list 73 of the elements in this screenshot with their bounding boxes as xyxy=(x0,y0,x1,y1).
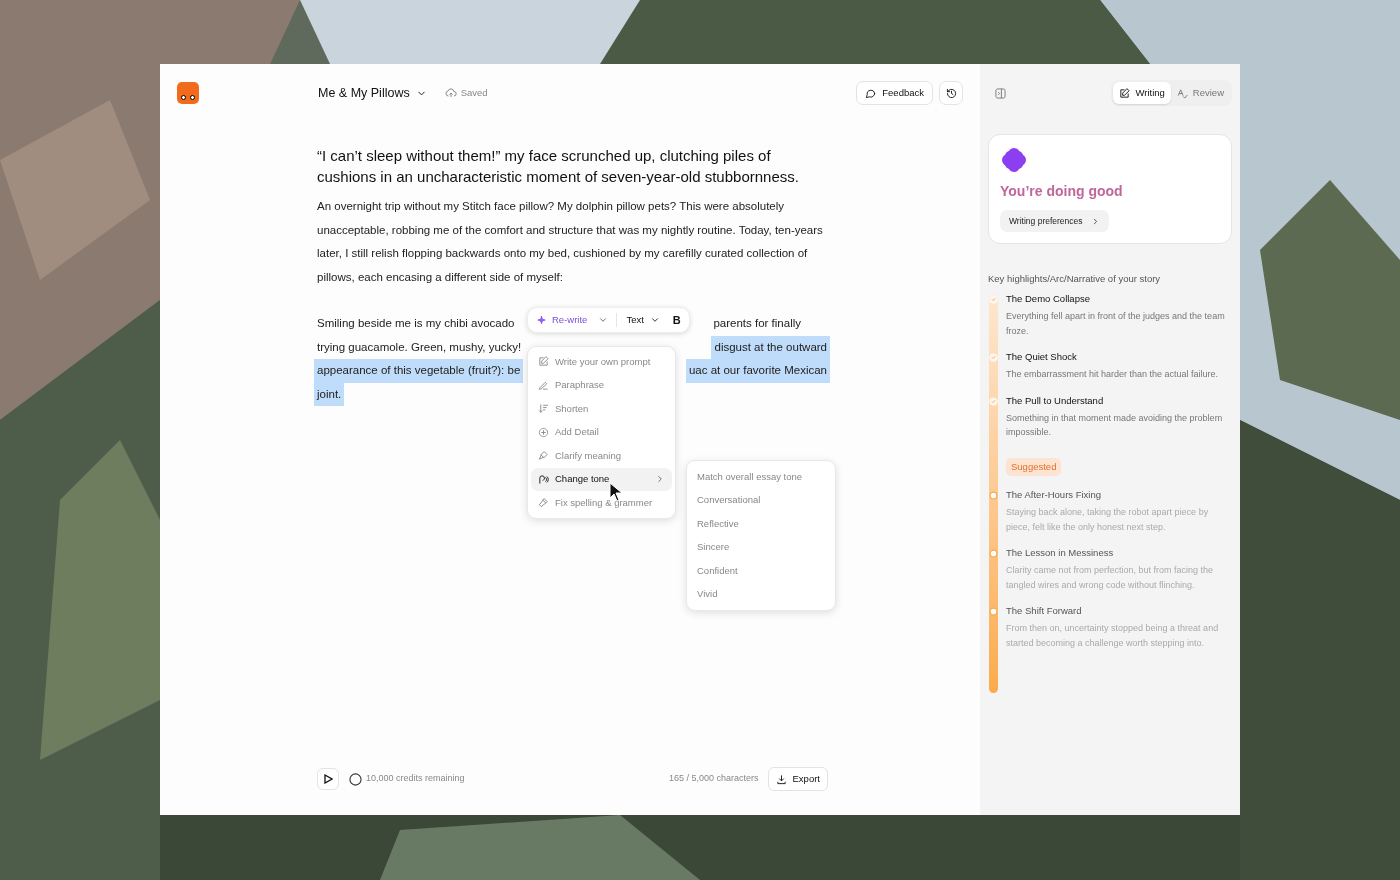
text-style-dropdown[interactable]: Text xyxy=(617,312,669,328)
menu-item[interactable]: Write your own prompt xyxy=(531,350,672,374)
menu-item[interactable]: Change tone xyxy=(531,467,672,491)
menu-item[interactable]: Shorten xyxy=(531,397,672,421)
milestone-description: Clarity came not from perfection, but from facing the tangled wires and wrong code without flinching. xyxy=(1006,564,1215,592)
rewrite-button[interactable]: Re-write xyxy=(536,312,618,328)
cloud-upload-icon xyxy=(444,87,457,99)
milestone-description: Everything fell apart in front of the judges and the team froze. xyxy=(1006,310,1226,338)
menu-item[interactable]: Sincere xyxy=(687,535,835,559)
status-title: You’re doing good xyxy=(1000,182,1123,201)
menu-item[interactable]: Paraphrase xyxy=(531,373,672,397)
flower-icon xyxy=(1000,146,1028,174)
menu-item[interactable]: Conversational xyxy=(687,488,835,512)
sparkle-icon xyxy=(536,314,547,326)
bold-button[interactable]: B xyxy=(668,311,681,329)
pencil-icon xyxy=(538,379,549,391)
milestone-title: The Shift Forward xyxy=(1006,604,1082,618)
milestone-title: The Quiet Shock xyxy=(1006,350,1077,365)
edit-icon xyxy=(538,356,549,368)
selected-text: appearance of this vegetable (fruit?): be xyxy=(314,359,524,383)
play-icon xyxy=(323,774,333,784)
credits-remaining: 10,000 credits remaining xyxy=(366,772,465,786)
milestone-description: From then on, uncertainty stopped being a threat and started becoming a challenge worth stepping into. xyxy=(1006,622,1220,650)
document-title-dropdown[interactable]: Me & My Pillows xyxy=(318,83,427,103)
play-button[interactable] xyxy=(317,768,339,790)
mouse-pointer-icon xyxy=(609,482,623,502)
save-status: Saved xyxy=(460,85,488,100)
essay-text: parents for finally xyxy=(713,316,801,331)
essay-text: Smiling beside me is my chibi avocado xyxy=(317,316,515,331)
menu-item[interactable]: Confident xyxy=(687,559,835,583)
history-button[interactable] xyxy=(939,81,963,105)
feedback-button[interactable]: Feedback xyxy=(856,81,933,105)
sidebar-toggle-icon xyxy=(995,87,1006,99)
hammer-icon xyxy=(538,497,549,509)
chevron-down-icon xyxy=(649,315,660,325)
writing-preferences-button[interactable]: Writing preferences xyxy=(1000,210,1109,232)
suggested-badge: Suggested xyxy=(1006,457,1062,476)
essay-paragraph: An overnight trip without my Stitch face pillow? My dolphin pillow pets? This were absolutely unacceptable, robbing me of the comfort and structure that was my nightly routine. Today, ten-years later, I still relish flopping backwards onto my bed, cushioned by my carefilly curated collection of pillows, each encasing a different side of myself: xyxy=(317,199,824,285)
download-icon xyxy=(775,773,787,785)
selected-text: uac at our favorite Mexican xyxy=(685,359,830,383)
add-circle-icon xyxy=(538,426,549,438)
menu-item[interactable]: Reflective xyxy=(687,512,835,536)
menu-item[interactable]: Add Detail xyxy=(531,420,672,444)
credits-ring-icon xyxy=(349,772,362,786)
milestone-description: Staying back alone, taking the robot apart piece by piece, felt like the only honest next step. xyxy=(1006,506,1210,534)
export-button[interactable]: Export xyxy=(767,767,828,791)
chat-bubble-icon xyxy=(865,87,877,99)
character-count: 165 / 5,000 characters xyxy=(668,772,759,786)
milestone-description: Something in that moment made avoiding the problem impossible. xyxy=(1006,411,1224,440)
essay-heading: “I can’t sleep without them!” my face scrunched up, clutching piles of cushions in an uncharacteristic moment of seven-year-old stubbornness. xyxy=(317,146,800,187)
selected-text: disgust at the outward xyxy=(711,335,830,359)
chevron-down-icon xyxy=(598,315,609,325)
menu-item[interactable]: Match overall essay tone xyxy=(687,465,835,489)
essay-text: trying guacamole. Green, mushy, yucky! xyxy=(317,339,522,355)
brush-icon xyxy=(538,450,549,462)
history-icon xyxy=(945,87,957,99)
sort-lines-icon xyxy=(538,403,549,415)
milestone-title: The After-Hours Fixing xyxy=(1006,488,1102,502)
milestone-title: The Lesson in Messiness xyxy=(1006,546,1114,560)
menu-item[interactable]: Vivid xyxy=(687,582,835,606)
panel-tab[interactable]: Review xyxy=(1170,82,1230,104)
selected-text: joint. xyxy=(314,382,345,406)
menu-item[interactable]: Fix spelling & grammer xyxy=(531,491,672,515)
app-logo-icon xyxy=(177,82,199,104)
milestone-title: The Pull to Understand xyxy=(1006,393,1104,408)
menu-item[interactable]: Clarify meaning xyxy=(531,444,672,468)
milestone-title: The Demo Collapse xyxy=(1006,292,1090,307)
spell-check-icon xyxy=(1176,87,1188,99)
milestone-description: The embarrassment hit harder than the actual failure. xyxy=(1006,368,1220,382)
panel-tab[interactable]: Writing xyxy=(1113,82,1171,104)
voice-icon xyxy=(538,473,549,485)
edit-icon xyxy=(1119,87,1131,99)
arc-heading: Key highlights/Arc/Narrative of your story xyxy=(988,272,1162,286)
